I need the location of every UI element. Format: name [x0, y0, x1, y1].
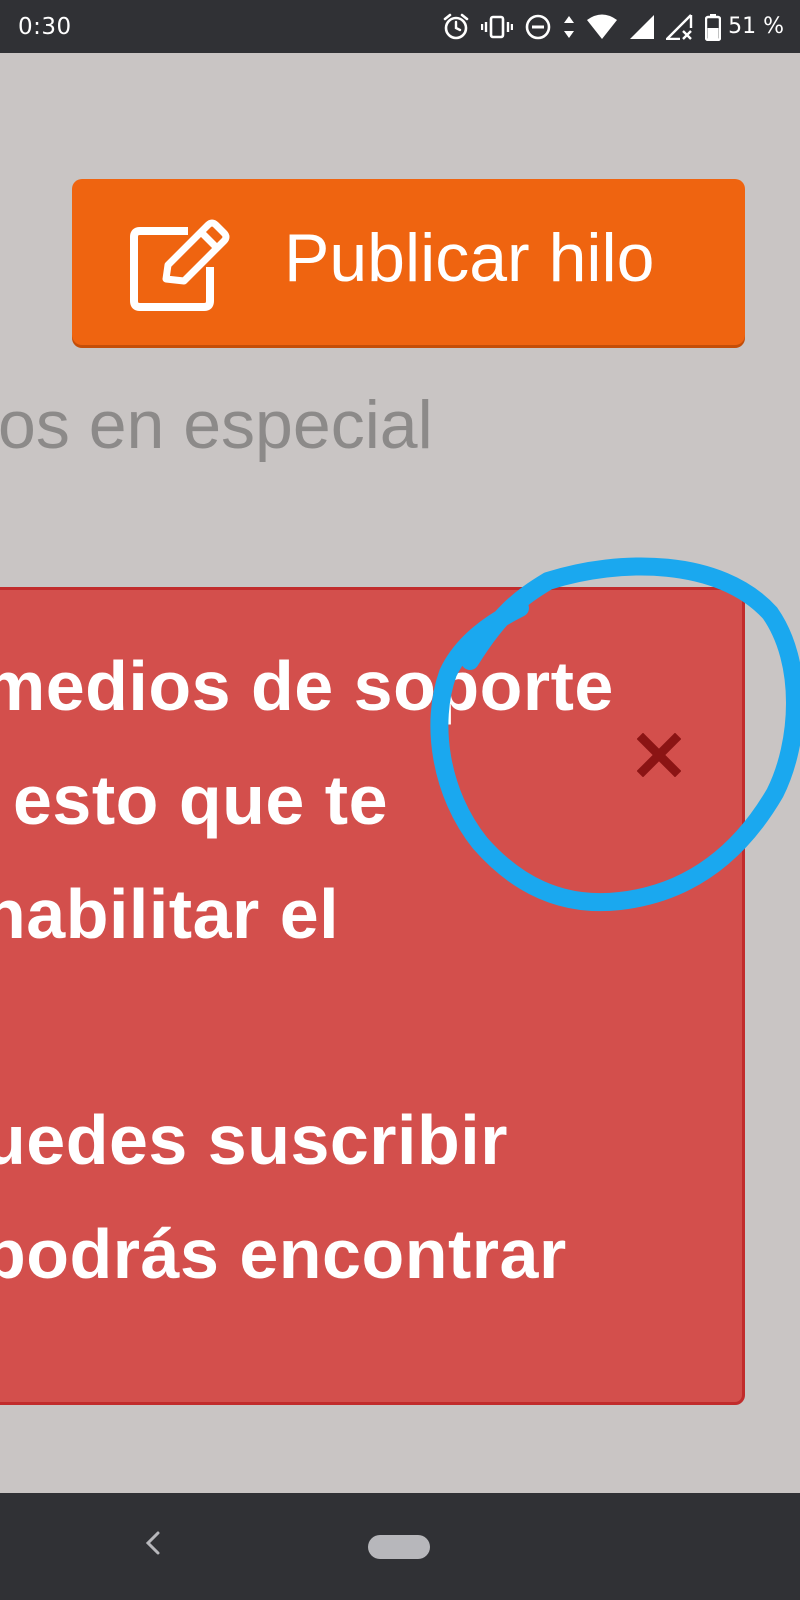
battery-percent: 51 %: [728, 14, 784, 39]
battery-icon: [705, 13, 722, 41]
status-icons: 51 %: [442, 13, 784, 41]
navigation-bar: [0, 1493, 800, 1600]
content-area: Publicar hilo os en especial medios de s…: [0, 53, 800, 1507]
alert-line-2: esto que te: [13, 761, 389, 839]
signal-no-data-icon: [666, 13, 694, 40]
status-bar: 0:30 51 %: [0, 0, 800, 53]
signal-icon: [629, 14, 655, 40]
edit-icon: [130, 217, 240, 322]
screen: 0:30 51 % Publicar hilo os en especial m…: [0, 0, 800, 1600]
do-not-disturb-icon: [524, 13, 552, 41]
publish-thread-label: Publicar hilo: [284, 220, 655, 296]
alert-line-3: habilitar el: [0, 875, 340, 953]
data-arrows-icon: [563, 13, 575, 41]
home-pill-icon[interactable]: [368, 1535, 430, 1559]
alert-line-5: podrás encontrar: [0, 1215, 567, 1293]
wifi-icon: [586, 14, 618, 40]
publish-thread-button[interactable]: Publicar hilo: [72, 179, 745, 345]
alarm-icon: [442, 13, 470, 41]
section-heading: os en especial: [0, 387, 433, 463]
alert-line-4: uedes suscribir: [0, 1101, 508, 1179]
back-icon[interactable]: [143, 1523, 163, 1568]
close-icon[interactable]: [636, 732, 682, 778]
status-time: 0:30: [18, 13, 72, 40]
alert-banner: medios de soporte esto que te habilitar …: [0, 587, 745, 1405]
alert-line-1: medios de soporte: [0, 647, 614, 725]
vibrate-icon: [481, 13, 514, 41]
